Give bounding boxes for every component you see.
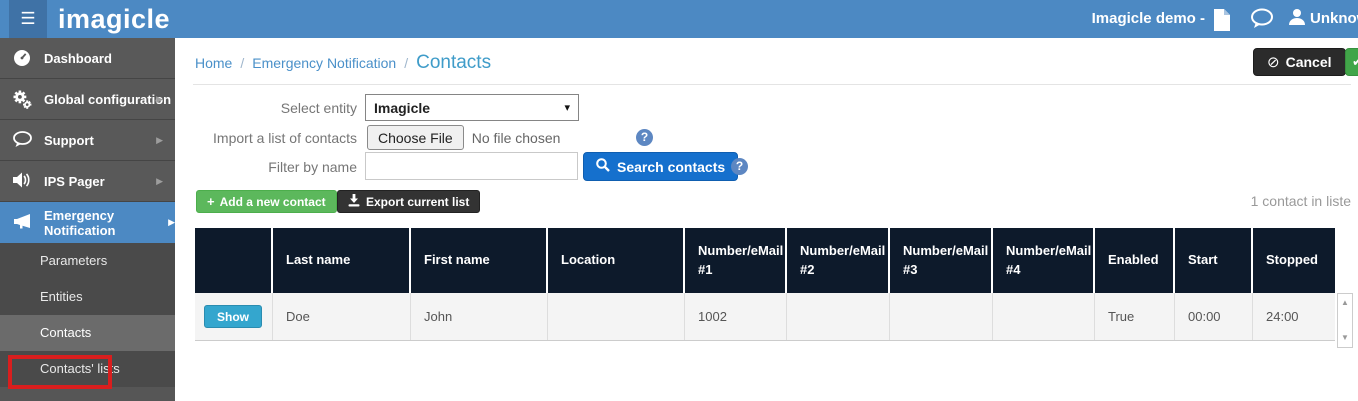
column-header-number-email-3: Number/eMail #3 xyxy=(890,228,993,293)
column-header-actions xyxy=(195,228,273,293)
show-button[interactable]: Show xyxy=(204,305,262,328)
chat-bubble-icon[interactable] xyxy=(1250,8,1274,32)
user-icon[interactable] xyxy=(1288,8,1312,32)
column-header-start: Start xyxy=(1175,228,1253,293)
chevron-right-icon: ▶ xyxy=(168,217,175,228)
filter-by-name-label: Filter by name xyxy=(175,159,357,175)
cell-first-name: John xyxy=(411,293,548,340)
column-header-number-email-2: Number/eMail #2 xyxy=(787,228,890,293)
column-header-enabled: Enabled xyxy=(1095,228,1175,293)
download-icon xyxy=(348,194,360,210)
brand-logo: imagicle xyxy=(58,0,170,38)
sidebar-item-label: Emergency Notification xyxy=(44,208,163,238)
search-help-icon[interactable]: ? xyxy=(731,158,748,175)
sidebar-item-label: IPS Pager xyxy=(44,174,105,189)
breadcrumb-separator: / xyxy=(404,55,408,71)
add-contact-button[interactable]: + Add a new contact xyxy=(196,190,337,213)
sidebar: Dashboard Global configuration ▶ Support… xyxy=(0,38,175,401)
search-contacts-button[interactable]: Search contacts xyxy=(583,152,738,181)
column-header-first-name: First name xyxy=(411,228,548,293)
row-actions-cell: Show xyxy=(195,293,273,340)
search-button-label: Search contacts xyxy=(617,159,725,175)
column-header-location: Location xyxy=(548,228,685,293)
cancel-button-label: Cancel xyxy=(1286,54,1332,70)
support-chat-icon xyxy=(13,131,31,149)
chevron-down-icon: ▾ xyxy=(564,101,570,114)
gears-icon xyxy=(13,90,31,108)
filter-name-input[interactable] xyxy=(365,152,578,180)
breadcrumb-section-link[interactable]: Emergency Notification xyxy=(252,55,396,71)
sidebar-item-label: Support xyxy=(44,133,94,148)
speaker-icon xyxy=(13,172,31,190)
top-bar: ☰ imagicle Imagicle demo - Unknown xyxy=(0,0,1358,38)
sidebar-item-contacts[interactable]: Contacts xyxy=(0,315,175,351)
sidebar-item-entities[interactable]: Entities xyxy=(0,279,175,315)
sidebar-item-ips-pager[interactable]: IPS Pager ▶ xyxy=(0,161,175,202)
breadcrumb: Home / Emergency Notification / Contacts xyxy=(195,52,491,74)
contact-count-label: 1 contact in liste xyxy=(1251,193,1351,209)
dashboard-gauge-icon xyxy=(13,49,31,67)
cell-start: 00:00 xyxy=(1175,293,1253,340)
export-list-button[interactable]: Export current list xyxy=(337,190,480,213)
annotation-highlight-box xyxy=(8,355,112,389)
sidebar-item-parameters[interactable]: Parameters xyxy=(0,243,175,279)
file-input: Choose File No file chosen xyxy=(367,125,560,150)
username-label[interactable]: Unknown xyxy=(1310,0,1358,38)
plus-icon: + xyxy=(207,194,215,209)
cell-number-email-3 xyxy=(890,293,993,340)
cancel-button[interactable]: ⊘ Cancel xyxy=(1253,48,1346,76)
chevron-right-icon: ▶ xyxy=(156,135,163,146)
sidebar-item-label: Global configuration xyxy=(44,92,171,107)
column-header-number-email-1: Number/eMail #1 xyxy=(685,228,787,293)
sidebar-item-emergency-notification[interactable]: Emergency Notification ▶ xyxy=(0,202,175,243)
export-button-label: Export current list xyxy=(366,195,469,209)
sidebar-item-label: Dashboard xyxy=(44,51,112,66)
sidebar-item-support[interactable]: Support ▶ xyxy=(0,120,175,161)
import-contacts-label: Import a list of contacts xyxy=(175,130,357,146)
hamburger-menu-icon[interactable]: ☰ xyxy=(9,0,47,38)
header-divider xyxy=(193,84,1351,85)
contacts-table: Last name First name Location Number/eMa… xyxy=(195,228,1335,341)
megaphone-icon xyxy=(13,214,31,232)
cell-enabled: True xyxy=(1095,293,1175,340)
column-header-last-name: Last name xyxy=(273,228,411,293)
scroll-up-icon[interactable]: ▲ xyxy=(1341,299,1349,307)
chevron-right-icon: ▶ xyxy=(156,176,163,187)
choose-file-button[interactable]: Choose File xyxy=(367,125,464,150)
entity-select-value: Imagicle xyxy=(374,100,564,116)
chevron-right-icon: ▶ xyxy=(156,94,163,105)
document-icon[interactable] xyxy=(1212,8,1236,32)
import-help-icon[interactable]: ? xyxy=(636,129,653,146)
check-icon: ✔ xyxy=(1352,54,1358,70)
table-scrollbar[interactable]: ▲ ▼ xyxy=(1337,293,1353,348)
table-header-row: Last name First name Location Number/eMa… xyxy=(195,228,1335,293)
add-button-label: Add a new contact xyxy=(220,195,326,209)
select-entity-label: Select entity xyxy=(175,100,357,116)
table-row: Show Doe John 1002 True 00:00 24:00 xyxy=(195,293,1335,341)
search-icon xyxy=(596,158,610,175)
breadcrumb-separator: / xyxy=(240,55,244,71)
column-header-number-email-4: Number/eMail #4 xyxy=(993,228,1095,293)
entity-select[interactable]: Imagicle ▾ xyxy=(365,94,579,121)
cell-number-email-4 xyxy=(993,293,1095,340)
sidebar-item-dashboard[interactable]: Dashboard xyxy=(0,38,175,79)
cell-stopped: 24:00 xyxy=(1253,293,1335,340)
cell-number-email-1: 1002 xyxy=(685,293,787,340)
app-window: ☰ imagicle Imagicle demo - Unknown Dashb… xyxy=(0,0,1358,401)
sidebar-footer xyxy=(0,387,175,401)
page-title: Contacts xyxy=(416,52,491,74)
cell-number-email-2 xyxy=(787,293,890,340)
breadcrumb-home-link[interactable]: Home xyxy=(195,55,232,71)
scroll-down-icon[interactable]: ▼ xyxy=(1341,334,1349,342)
file-chosen-status: No file chosen xyxy=(472,130,561,146)
save-button[interactable]: ✔ xyxy=(1345,48,1358,76)
sidebar-item-global-configuration[interactable]: Global configuration ▶ xyxy=(0,79,175,120)
column-header-stopped: Stopped xyxy=(1253,228,1335,293)
tenant-name: Imagicle demo - xyxy=(1040,0,1205,38)
cell-last-name: Doe xyxy=(273,293,411,340)
cell-location xyxy=(548,293,685,340)
cancel-icon: ⊘ xyxy=(1267,53,1280,71)
